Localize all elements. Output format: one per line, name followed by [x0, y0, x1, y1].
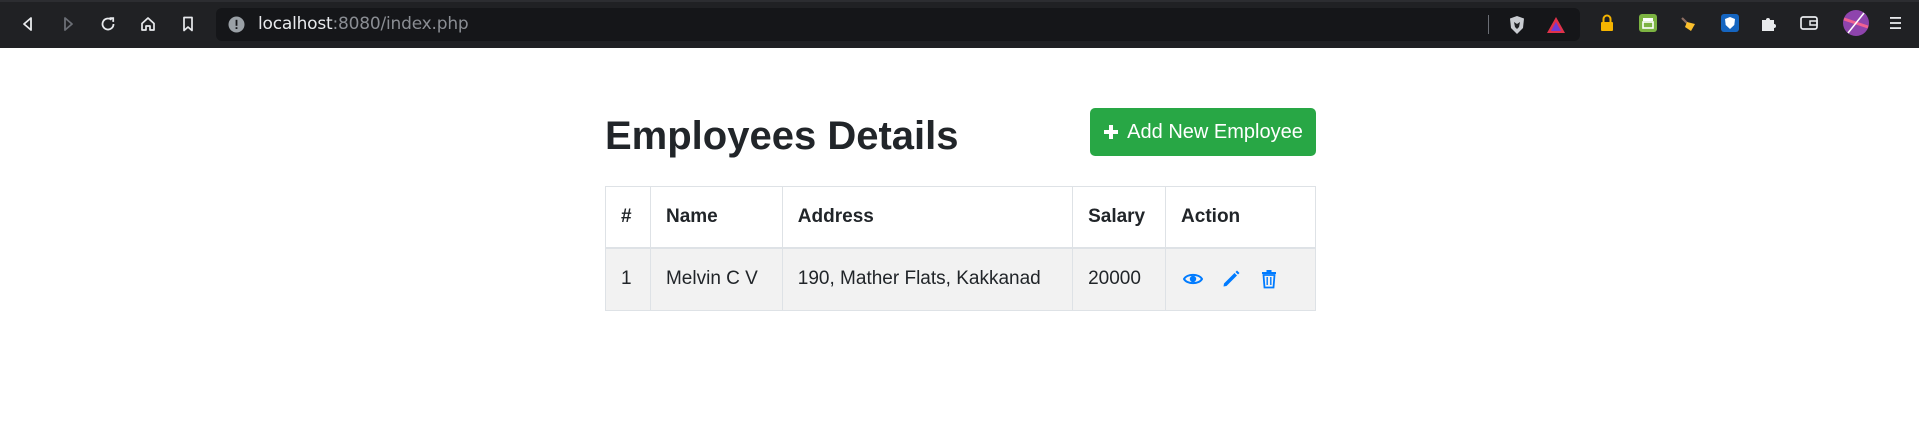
column-header-name: Name — [649, 186, 783, 249]
brave-shields-icon — [1510, 16, 1524, 34]
cell-id: 1 — [605, 247, 651, 311]
lock-extension-button[interactable] — [1596, 12, 1618, 34]
broom-extension-button[interactable] — [1678, 12, 1700, 34]
table-header: # Name Address Salary Action — [605, 186, 1316, 249]
back-icon — [23, 17, 32, 31]
header-row: # Name Address Salary Action — [605, 186, 1316, 249]
home-button[interactable] — [134, 10, 162, 38]
home-icon — [141, 17, 155, 31]
page-title: Employees Details — [605, 114, 959, 158]
add-employee-button[interactable]: Add New Employee — [1090, 108, 1316, 156]
url-text: localhost:8080/index.php — [258, 15, 469, 34]
wallet-icon — [1800, 16, 1818, 30]
browser-toolbar: localhost:8080/index.php — [0, 0, 1919, 48]
address-bar[interactable]: localhost:8080/index.php — [216, 8, 1580, 41]
tab-strip-edge — [0, 0, 1919, 2]
extensions-puzzle-icon — [1762, 18, 1776, 31]
lock-extension-icon — [1601, 14, 1613, 31]
column-header-number: # — [605, 186, 651, 249]
bookmark-icon — [183, 16, 193, 32]
extensions-button[interactable] — [1758, 12, 1780, 34]
bookmark-button[interactable] — [174, 10, 202, 38]
shield-extension-button[interactable] — [1719, 12, 1741, 34]
row-actions — [1181, 267, 1300, 291]
broom-extension-icon — [1681, 17, 1695, 31]
delete-button[interactable] — [1257, 267, 1281, 291]
store-extension-icon — [1639, 14, 1657, 32]
cell-actions — [1165, 247, 1316, 311]
menu-icon — [1890, 17, 1901, 29]
edit-button[interactable] — [1219, 267, 1243, 291]
profile-button[interactable] — [1842, 9, 1870, 37]
column-header-salary: Salary — [1072, 186, 1167, 249]
cell-address: 190, Mather Flats, Kakkanad — [781, 247, 1074, 311]
view-button[interactable] — [1181, 267, 1205, 291]
column-header-action: Action — [1165, 186, 1316, 249]
forward-icon — [64, 17, 73, 31]
edit-icon — [1223, 270, 1240, 287]
reload-button[interactable] — [94, 10, 122, 38]
table-row: 1 Melvin C V 190, Mather Flats, Kakkanad… — [605, 247, 1316, 311]
table-body: 1 Melvin C V 190, Mather Flats, Kakkanad… — [605, 247, 1316, 311]
menu-button[interactable] — [1884, 12, 1906, 34]
brave-rewards-button[interactable] — [1545, 14, 1567, 36]
view-icon — [1183, 274, 1204, 285]
reload-icon — [101, 17, 115, 31]
profile-avatar-icon — [1843, 10, 1869, 36]
cell-salary: 20000 — [1072, 247, 1167, 311]
back-button[interactable] — [14, 10, 42, 38]
brave-rewards-icon — [1547, 17, 1565, 33]
store-extension-button[interactable] — [1637, 12, 1659, 34]
url-path: :8080/index.php — [332, 14, 469, 34]
employees-table: # Name Address Salary Action 1 Melvin C … — [605, 186, 1316, 311]
cell-name: Melvin C V — [649, 247, 783, 311]
add-employee-label: Add New Employee — [1127, 121, 1303, 143]
plus-icon — [1104, 125, 1119, 139]
forward-button[interactable] — [54, 10, 82, 38]
column-header-address: Address — [781, 186, 1074, 249]
url-host: localhost — [258, 14, 333, 34]
wallet-button[interactable] — [1798, 12, 1820, 34]
site-info-icon[interactable] — [228, 16, 245, 33]
delete-icon — [1262, 270, 1277, 289]
shield-extension-icon — [1721, 14, 1739, 32]
omnibox-divider — [1488, 15, 1489, 34]
brave-shields-button[interactable] — [1506, 14, 1528, 36]
